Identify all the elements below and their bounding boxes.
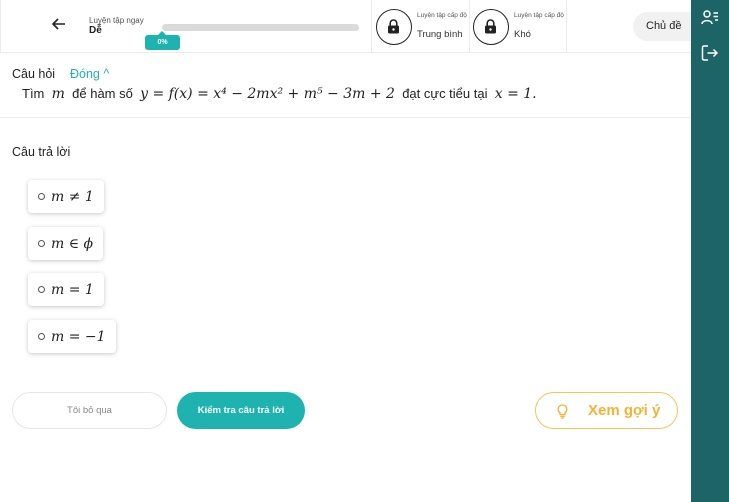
answer-option[interactable]: m = −1 <box>28 320 116 353</box>
top-bar: Luyện tập ngay Dễ 0% Luyện tập cấp độ Tr… <box>0 0 691 53</box>
lock-button[interactable] <box>376 9 412 45</box>
locked-level-medium[interactable]: Luyện tập cấp độ Trung bình <box>376 6 468 48</box>
divider <box>469 0 470 53</box>
answer-option[interactable]: m = 1 <box>28 273 104 306</box>
divider <box>371 0 372 53</box>
arrow-left-icon <box>51 18 65 30</box>
question-text: Tìm m để hàm số y = f(x) = x⁴ − 2mx² + m… <box>22 86 537 102</box>
math-function: y = f(x) = x⁴ − 2mx² + m⁵ − 3m + 2 <box>140 86 395 102</box>
question-heading: Câu hỏi <box>12 67 56 81</box>
answer-label: m ∈ ϕ <box>51 235 94 252</box>
skip-button[interactable]: Tôi bỏ qua <box>12 392 167 429</box>
divider <box>566 0 567 53</box>
lock-button[interactable] <box>473 9 509 45</box>
math-point: x = 1. <box>494 86 537 102</box>
radio-button[interactable] <box>38 193 45 200</box>
answer-label: m ≠ 1 <box>51 188 94 205</box>
question-text-part: đạt cực tiểu tại <box>402 86 488 101</box>
right-rail <box>691 0 729 502</box>
level-name: Dễ <box>89 25 102 36</box>
question-text-part: để hàm số <box>72 86 133 101</box>
answer-option[interactable]: m ∈ ϕ <box>28 227 104 260</box>
locked-level-caption: Luyện tập cấp độ <box>417 12 467 19</box>
check-answer-button[interactable]: Kiểm tra câu trả lời <box>177 392 305 429</box>
divider <box>0 0 1 53</box>
collapse-question-toggle[interactable]: Đóng ^ <box>70 67 109 81</box>
user-list-icon[interactable] <box>701 9 719 27</box>
locked-level-hard[interactable]: Luyện tập cấp độ Khó <box>473 6 565 48</box>
hint-button[interactable]: Xem gợi ý <box>535 392 678 429</box>
locked-level-name: Khó <box>514 29 531 40</box>
lock-icon <box>485 19 496 34</box>
locked-level-name: Trung bình <box>417 29 463 40</box>
level-caption: Luyện tập ngay <box>89 16 144 25</box>
radio-button[interactable] <box>38 286 45 293</box>
progress-bar <box>162 24 359 31</box>
hint-label: Xem gợi ý <box>588 402 661 419</box>
lock-icon <box>388 19 399 34</box>
question-text-part: Tìm <box>22 86 45 101</box>
answer-option[interactable]: m ≠ 1 <box>28 180 104 213</box>
locked-level-caption: Luyện tập cấp độ <box>514 12 564 19</box>
current-level: Luyện tập ngay Dễ <box>89 16 144 37</box>
answer-label: m = −1 <box>51 328 106 345</box>
topic-button[interactable]: Chủ đề <box>633 12 691 41</box>
answer-label: m = 1 <box>51 281 94 298</box>
lightbulb-icon <box>557 404 568 419</box>
radio-button[interactable] <box>38 240 45 247</box>
answers-heading: Câu trả lời <box>12 145 71 159</box>
math-variable: m <box>51 86 65 102</box>
back-button[interactable] <box>50 17 68 35</box>
progress-badge: 0% <box>145 31 180 50</box>
section-divider <box>0 117 691 118</box>
logout-icon[interactable] <box>701 44 719 62</box>
radio-button[interactable] <box>38 333 45 340</box>
